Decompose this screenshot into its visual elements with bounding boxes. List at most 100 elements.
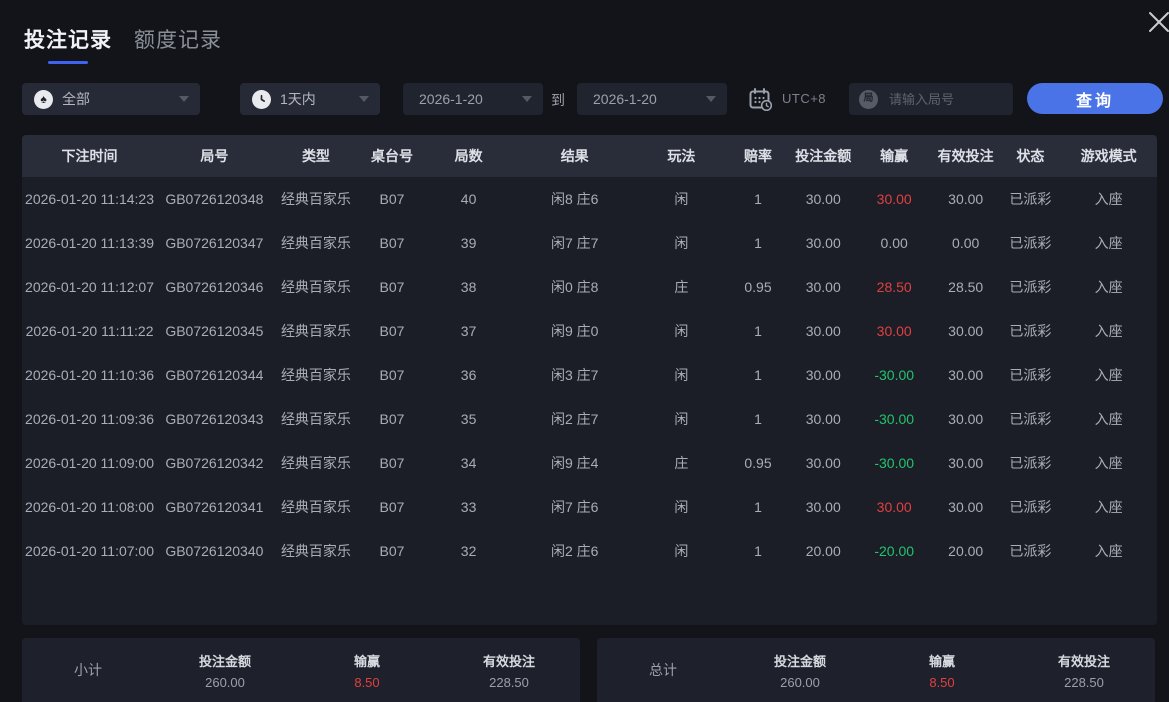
cell-play: 闲 — [674, 411, 689, 427]
cell-result: 闲2 庄6 — [550, 543, 599, 559]
cell-result: 闲2 庄7 — [550, 411, 599, 427]
cell-time: 2026-01-20 11:09:36 — [25, 411, 155, 427]
cell-game-type: 经典百家乐 — [280, 367, 351, 383]
cell-game-mode: 入座 — [1094, 279, 1123, 295]
cell-play: 庄 — [674, 455, 689, 471]
to-label: 到 — [551, 92, 565, 108]
calendar-clock-icon[interactable] — [748, 87, 773, 114]
cell-table-no: B07 — [379, 455, 405, 471]
cell-valid-bet: 0.00 — [952, 235, 980, 251]
summary-bar: 小计 投注金额 260.00 输赢 8.50 有效投注 228.50 总计 投注… — [22, 638, 1155, 702]
cell-game-type: 经典百家乐 — [280, 543, 351, 559]
cell-result: 闲9 庄0 — [550, 323, 599, 339]
cell-bet-amount: 30.00 — [805, 323, 841, 339]
cell-bet-amount: 30.00 — [805, 455, 841, 471]
round-number-input[interactable] — [887, 90, 1001, 108]
cell-result: 闲9 庄4 — [550, 455, 599, 471]
cell-play: 庄 — [674, 279, 689, 295]
time-range-select[interactable]: 1天内 — [240, 83, 380, 115]
col-header-shoe-no: 局数 — [454, 148, 483, 164]
cell-game-mode: 入座 — [1094, 543, 1123, 559]
cell-valid-bet: 30.00 — [948, 367, 984, 383]
subtotal-title: 小计 — [74, 662, 102, 678]
cell-bet-amount: 30.00 — [805, 499, 841, 515]
chevron-down-icon — [359, 96, 369, 102]
date-to-select[interactable]: 2026-1-20 — [577, 83, 727, 115]
cell-winloss: 30.00 — [876, 191, 912, 207]
col-header-play: 玩法 — [667, 148, 696, 164]
table-header-row: 下注时间 局号 类型 桌台号 局数 结果 玩法 赔率 投注金额 输赢 有效投注 … — [22, 135, 1157, 177]
cell-round-id: GB0726120340 — [165, 543, 264, 559]
game-type-select[interactable]: ♠ 全部 — [22, 83, 200, 115]
cell-shoe-no: 37 — [460, 323, 477, 339]
cell-winloss: 0.00 — [880, 235, 908, 251]
cell-odds: 0.95 — [744, 455, 772, 471]
subtotal-panel: 小计 投注金额 260.00 输赢 8.50 有效投注 228.50 — [22, 638, 580, 702]
table-row: 2026-01-20 11:13:39 GB0726120347 经典百家乐 B… — [22, 221, 1157, 265]
cell-status: 已派彩 — [1009, 191, 1052, 207]
cell-result: 闲3 庄7 — [550, 367, 599, 383]
cell-time: 2026-01-20 11:12:07 — [25, 279, 155, 295]
query-button[interactable]: 查询 — [1027, 83, 1163, 114]
tab-quota-records[interactable]: 额度记录 — [134, 24, 222, 64]
cell-table-no: B07 — [379, 323, 405, 339]
cell-odds: 1 — [754, 543, 762, 559]
cell-time: 2026-01-20 11:11:22 — [25, 323, 154, 339]
tab-bar: 投注记录 额度记录 — [24, 24, 222, 64]
total-winloss: 输赢 8.50 — [928, 653, 955, 690]
col-header-game-mode: 游戏模式 — [1080, 148, 1137, 164]
cell-shoe-no: 39 — [460, 235, 477, 251]
cell-valid-bet: 28.50 — [948, 279, 984, 295]
records-table: 下注时间 局号 类型 桌台号 局数 结果 玩法 赔率 投注金额 输赢 有效投注 … — [22, 135, 1157, 625]
cell-odds: 1 — [754, 367, 762, 383]
cell-game-mode: 入座 — [1094, 499, 1123, 515]
cell-shoe-no: 32 — [460, 543, 477, 559]
cell-status: 已派彩 — [1009, 499, 1052, 515]
betting-records-modal: 投注记录 额度记录 ♠ 全部 1天内 2026-1-20 到 2026-1-20 — [0, 0, 1169, 702]
table-row: 2026-01-20 11:12:07 GB0726120346 经典百家乐 B… — [22, 265, 1157, 309]
cell-status: 已派彩 — [1009, 411, 1052, 427]
chevron-down-icon — [706, 96, 716, 102]
cell-game-type: 经典百家乐 — [280, 235, 351, 251]
table-row: 2026-01-20 11:08:00 GB0726120341 经典百家乐 B… — [22, 485, 1157, 529]
date-from-select[interactable]: 2026-1-20 — [403, 83, 543, 115]
total-bet-amount: 投注金额 260.00 — [773, 653, 826, 690]
cell-result: 闲7 庄6 — [550, 499, 599, 515]
cell-winloss: -30.00 — [874, 367, 915, 383]
subtotal-winloss: 输赢 8.50 — [353, 653, 380, 690]
round-icon: 局 — [859, 89, 878, 109]
clock-icon — [252, 89, 271, 109]
cell-shoe-no: 38 — [460, 279, 477, 295]
game-type-value: 全部 — [62, 91, 90, 107]
total-title: 总计 — [649, 662, 677, 678]
close-button[interactable] — [1145, 8, 1169, 38]
date-from-value: 2026-1-20 — [419, 91, 483, 107]
cell-valid-bet: 30.00 — [948, 411, 984, 427]
close-icon — [1149, 12, 1169, 32]
tab-betting-records[interactable]: 投注记录 — [24, 24, 112, 64]
cell-round-id: GB0726120342 — [165, 455, 264, 471]
cell-status: 已派彩 — [1009, 367, 1052, 383]
cell-shoe-no: 35 — [460, 411, 477, 427]
table-row: 2026-01-20 11:14:23 GB0726120348 经典百家乐 B… — [22, 177, 1157, 221]
cell-table-no: B07 — [379, 235, 405, 251]
cell-result: 闲7 庄7 — [550, 235, 599, 251]
table-row: 2026-01-20 11:07:00 GB0726120340 经典百家乐 B… — [22, 529, 1157, 573]
cell-game-type: 经典百家乐 — [280, 323, 351, 339]
cell-bet-amount: 30.00 — [805, 411, 841, 427]
col-header-time: 下注时间 — [61, 148, 118, 164]
col-header-bet-amount: 投注金额 — [795, 148, 852, 164]
cell-status: 已派彩 — [1009, 279, 1052, 295]
cell-game-type: 经典百家乐 — [280, 279, 351, 295]
table-body: 2026-01-20 11:14:23 GB0726120348 经典百家乐 B… — [22, 177, 1157, 573]
col-header-round-id: 局号 — [200, 148, 229, 164]
subtotal-valid-bet: 有效投注 228.50 — [482, 653, 535, 690]
cell-play: 闲 — [674, 235, 689, 251]
cell-status: 已派彩 — [1009, 323, 1052, 339]
cell-odds: 1 — [754, 191, 762, 207]
cell-game-type: 经典百家乐 — [280, 455, 351, 471]
cell-valid-bet: 30.00 — [948, 323, 984, 339]
cell-status: 已派彩 — [1009, 235, 1052, 251]
table-row: 2026-01-20 11:10:36 GB0726120344 经典百家乐 B… — [22, 353, 1157, 397]
date-to-value: 2026-1-20 — [593, 91, 657, 107]
